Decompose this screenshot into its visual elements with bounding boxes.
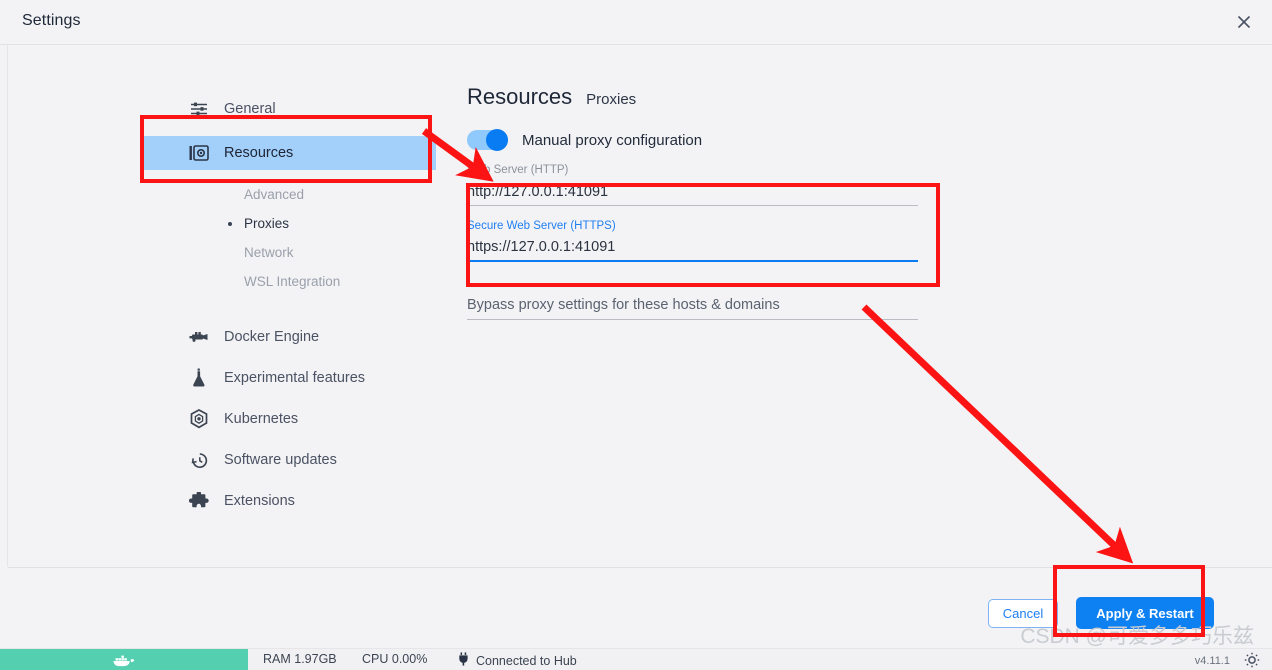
status-ram: RAM 1.97GB (263, 652, 337, 666)
title-bar: Settings (0, 0, 1272, 45)
arrow-to-apply-restart (861, 304, 1134, 564)
https-proxy-input[interactable] (467, 236, 918, 262)
docker-whale-icon (0, 649, 248, 670)
clock-history-icon (189, 450, 209, 470)
flask-icon (189, 368, 209, 388)
sidebar-item-label: General (224, 101, 276, 117)
gear-icon[interactable] (1244, 652, 1260, 668)
status-version: v4.11.1 (1194, 655, 1230, 667)
content-subtitle: Proxies (586, 91, 637, 108)
sidebar-item-resources[interactable]: Resources (140, 136, 436, 170)
sidebar-subitem-network[interactable]: Network (140, 238, 436, 267)
sidebar-subitem-label: Network (244, 245, 294, 260)
bypass-proxy-input[interactable] (467, 292, 918, 320)
content-title: Resources (467, 84, 573, 109)
settings-window: Settings General Resources Advanced Prox… (0, 0, 1272, 670)
sidebar-item-extensions[interactable]: Extensions (140, 484, 436, 518)
status-hub[interactable]: Connected to Hub (458, 652, 577, 669)
left-rail-divider (7, 45, 8, 567)
sidebar-lower-group: Docker Engine Experimental features Kube… (140, 320, 436, 518)
page-title: Settings (22, 12, 81, 29)
engine-icon (189, 327, 209, 347)
sidebar-subitem-proxies[interactable]: Proxies (140, 209, 436, 238)
http-proxy-label: Web Server (HTTP) (467, 164, 569, 176)
sidebar-item-label: Software updates (224, 452, 337, 468)
manual-proxy-toggle[interactable] (467, 129, 508, 151)
kubernetes-icon (189, 409, 209, 429)
resources-icon (189, 143, 209, 163)
sidebar-item-label: Extensions (224, 493, 295, 509)
status-hub-label: Connected to Hub (476, 653, 577, 668)
sidebar-item-label: Experimental features (224, 370, 366, 386)
settings-sidebar: General Resources Advanced Proxies Netwo… (140, 92, 436, 525)
sidebar-subitem-wsl-integration[interactable]: WSL Integration (140, 267, 436, 296)
toggle-knob (486, 129, 508, 151)
sidebar-subitem-label: Advanced (244, 187, 305, 202)
footer-actions: Cancel Apply & Restart (988, 597, 1214, 629)
plug-icon (458, 652, 469, 669)
bypass-proxy-field (467, 292, 947, 320)
https-proxy-field: Secure Web Server (HTTPS) (467, 220, 947, 262)
http-proxy-input[interactable] (467, 180, 918, 206)
sidebar-item-software-updates[interactable]: Software updates (140, 443, 436, 477)
sidebar-item-general[interactable]: General (140, 92, 436, 126)
manual-proxy-toggle-row: Manual proxy configuration (467, 129, 947, 151)
status-cpu: CPU 0.00% (362, 652, 428, 666)
sidebar-item-docker-engine[interactable]: Docker Engine (140, 320, 436, 354)
http-proxy-field: Web Server (HTTP) (467, 164, 947, 206)
sidebar-subitem-label: WSL Integration (244, 274, 341, 289)
close-icon[interactable] (1216, 0, 1272, 44)
sidebar-subitem-label: Proxies (244, 216, 290, 231)
cancel-button[interactable]: Cancel (988, 598, 1058, 628)
sidebar-item-label: Kubernetes (224, 411, 299, 427)
sidebar-item-experimental-features[interactable]: Experimental features (140, 361, 436, 395)
sidebar-item-label: Resources (224, 145, 294, 161)
https-proxy-label: Secure Web Server (HTTPS) (467, 220, 616, 232)
footer-divider (8, 567, 1272, 568)
sidebar-subitem-advanced[interactable]: Advanced (140, 180, 436, 209)
puzzle-icon (189, 491, 209, 511)
apply-restart-button[interactable]: Apply & Restart (1076, 597, 1214, 629)
sidebar-subitems: Advanced Proxies Network WSL Integration (140, 180, 436, 296)
status-bar: RAM 1.97GB CPU 0.00% Connected to Hub v4… (0, 648, 1272, 670)
sliders-icon (189, 99, 209, 119)
sidebar-item-label: Docker Engine (224, 329, 320, 345)
content-header: Resources Proxies (467, 84, 947, 110)
sidebar-item-kubernetes[interactable]: Kubernetes (140, 402, 436, 436)
settings-content: Resources Proxies Manual proxy configura… (467, 84, 947, 320)
manual-proxy-toggle-label: Manual proxy configuration (522, 131, 703, 149)
